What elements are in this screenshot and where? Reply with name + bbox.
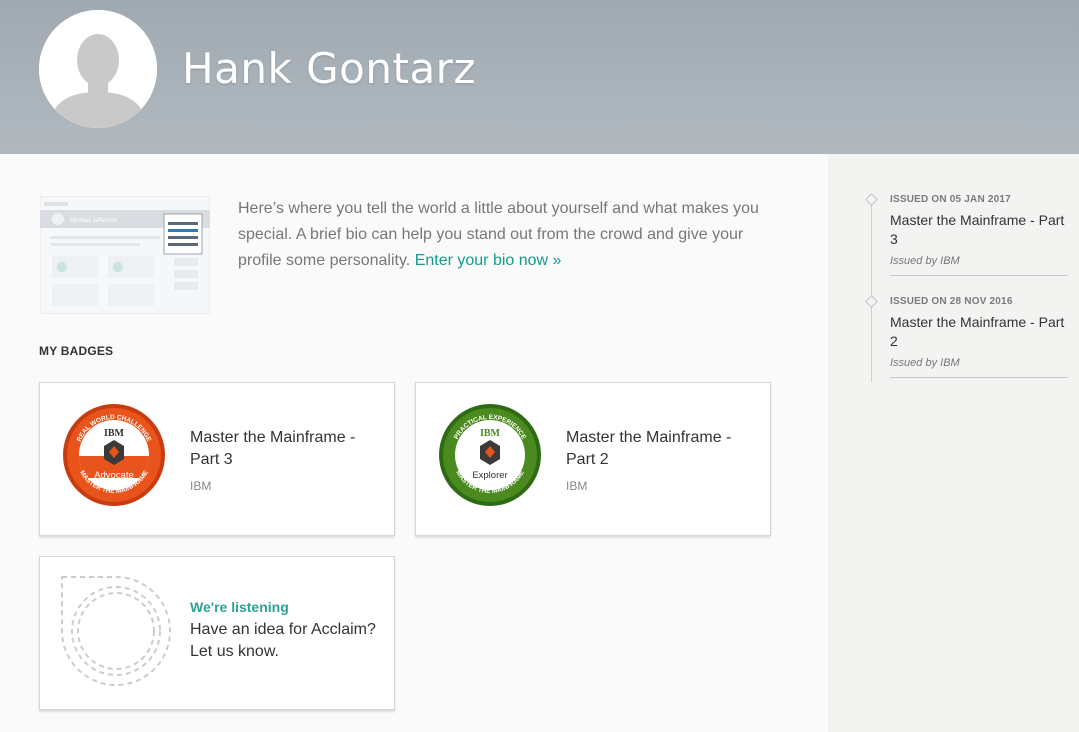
profile-name: Hank Gontarz bbox=[182, 44, 476, 93]
badge-image: REAL WORLD CHALLENGE MASTER THE MAINFRAM… bbox=[63, 404, 165, 506]
badge-ibm-logo: IBM bbox=[480, 428, 501, 439]
default-user-icon bbox=[39, 10, 157, 128]
badge-level-text: Advocate bbox=[94, 470, 134, 481]
badge-name[interactable]: Master the Mainframe - Part 3 bbox=[190, 427, 380, 471]
timeline-badge-title[interactable]: Master the Mainframe - Part 2 bbox=[890, 313, 1068, 351]
preview-name-text: Michael Jefferson bbox=[70, 218, 117, 224]
bio-prompt: Here’s where you tell the world a little… bbox=[238, 196, 783, 274]
timeline-date: ISSUED ON 05 JAN 2017 bbox=[890, 194, 1011, 205]
badge-card[interactable]: REAL WORLD CHALLENGE MASTER THE MAINFRAM… bbox=[39, 382, 395, 536]
timeline-date: ISSUED ON 28 NOV 2016 bbox=[890, 296, 1013, 307]
timeline-badge-title[interactable]: Master the Mainframe - Part 3 bbox=[890, 211, 1068, 249]
timeline-item[interactable]: ISSUED ON 05 JAN 2017 Master the Mainfra… bbox=[890, 194, 1068, 276]
my-badges-heading: MY BADGES bbox=[39, 344, 114, 358]
enter-bio-link[interactable]: Enter your bio now » bbox=[415, 252, 562, 269]
profile-header: Hank Gontarz bbox=[0, 0, 1079, 154]
badge-level-text: Explorer bbox=[472, 470, 507, 481]
badge-card[interactable]: PRACTICAL EXPERIENCE MASTER THE MAINFRAM… bbox=[415, 382, 771, 536]
dashed-badge-placeholder-icon bbox=[61, 576, 171, 686]
badge-issuer: IBM bbox=[566, 479, 588, 493]
badge-image: PRACTICAL EXPERIENCE MASTER THE MAINFRAM… bbox=[439, 404, 541, 506]
badge-ibm-logo: IBM bbox=[104, 428, 125, 439]
badge-issuer: IBM bbox=[190, 479, 212, 493]
bio-preview-image: Michael Jefferson bbox=[39, 195, 211, 315]
timeline-issuer: Issued by IBM bbox=[890, 255, 960, 267]
timeline-item[interactable]: ISSUED ON 28 NOV 2016 Master the Mainfra… bbox=[890, 296, 1068, 378]
badge-name[interactable]: Master the Mainframe - Part 2 bbox=[566, 427, 756, 471]
feedback-text: Have an idea for Acclaim? Let us know. bbox=[190, 621, 376, 660]
feedback-card[interactable]: We're listening Have an idea for Acclaim… bbox=[39, 556, 395, 710]
timeline-issuer: Issued by IBM bbox=[890, 357, 960, 369]
timeline-line bbox=[871, 198, 872, 382]
feedback-heading[interactable]: We're listening bbox=[190, 599, 289, 615]
avatar[interactable] bbox=[39, 10, 157, 128]
